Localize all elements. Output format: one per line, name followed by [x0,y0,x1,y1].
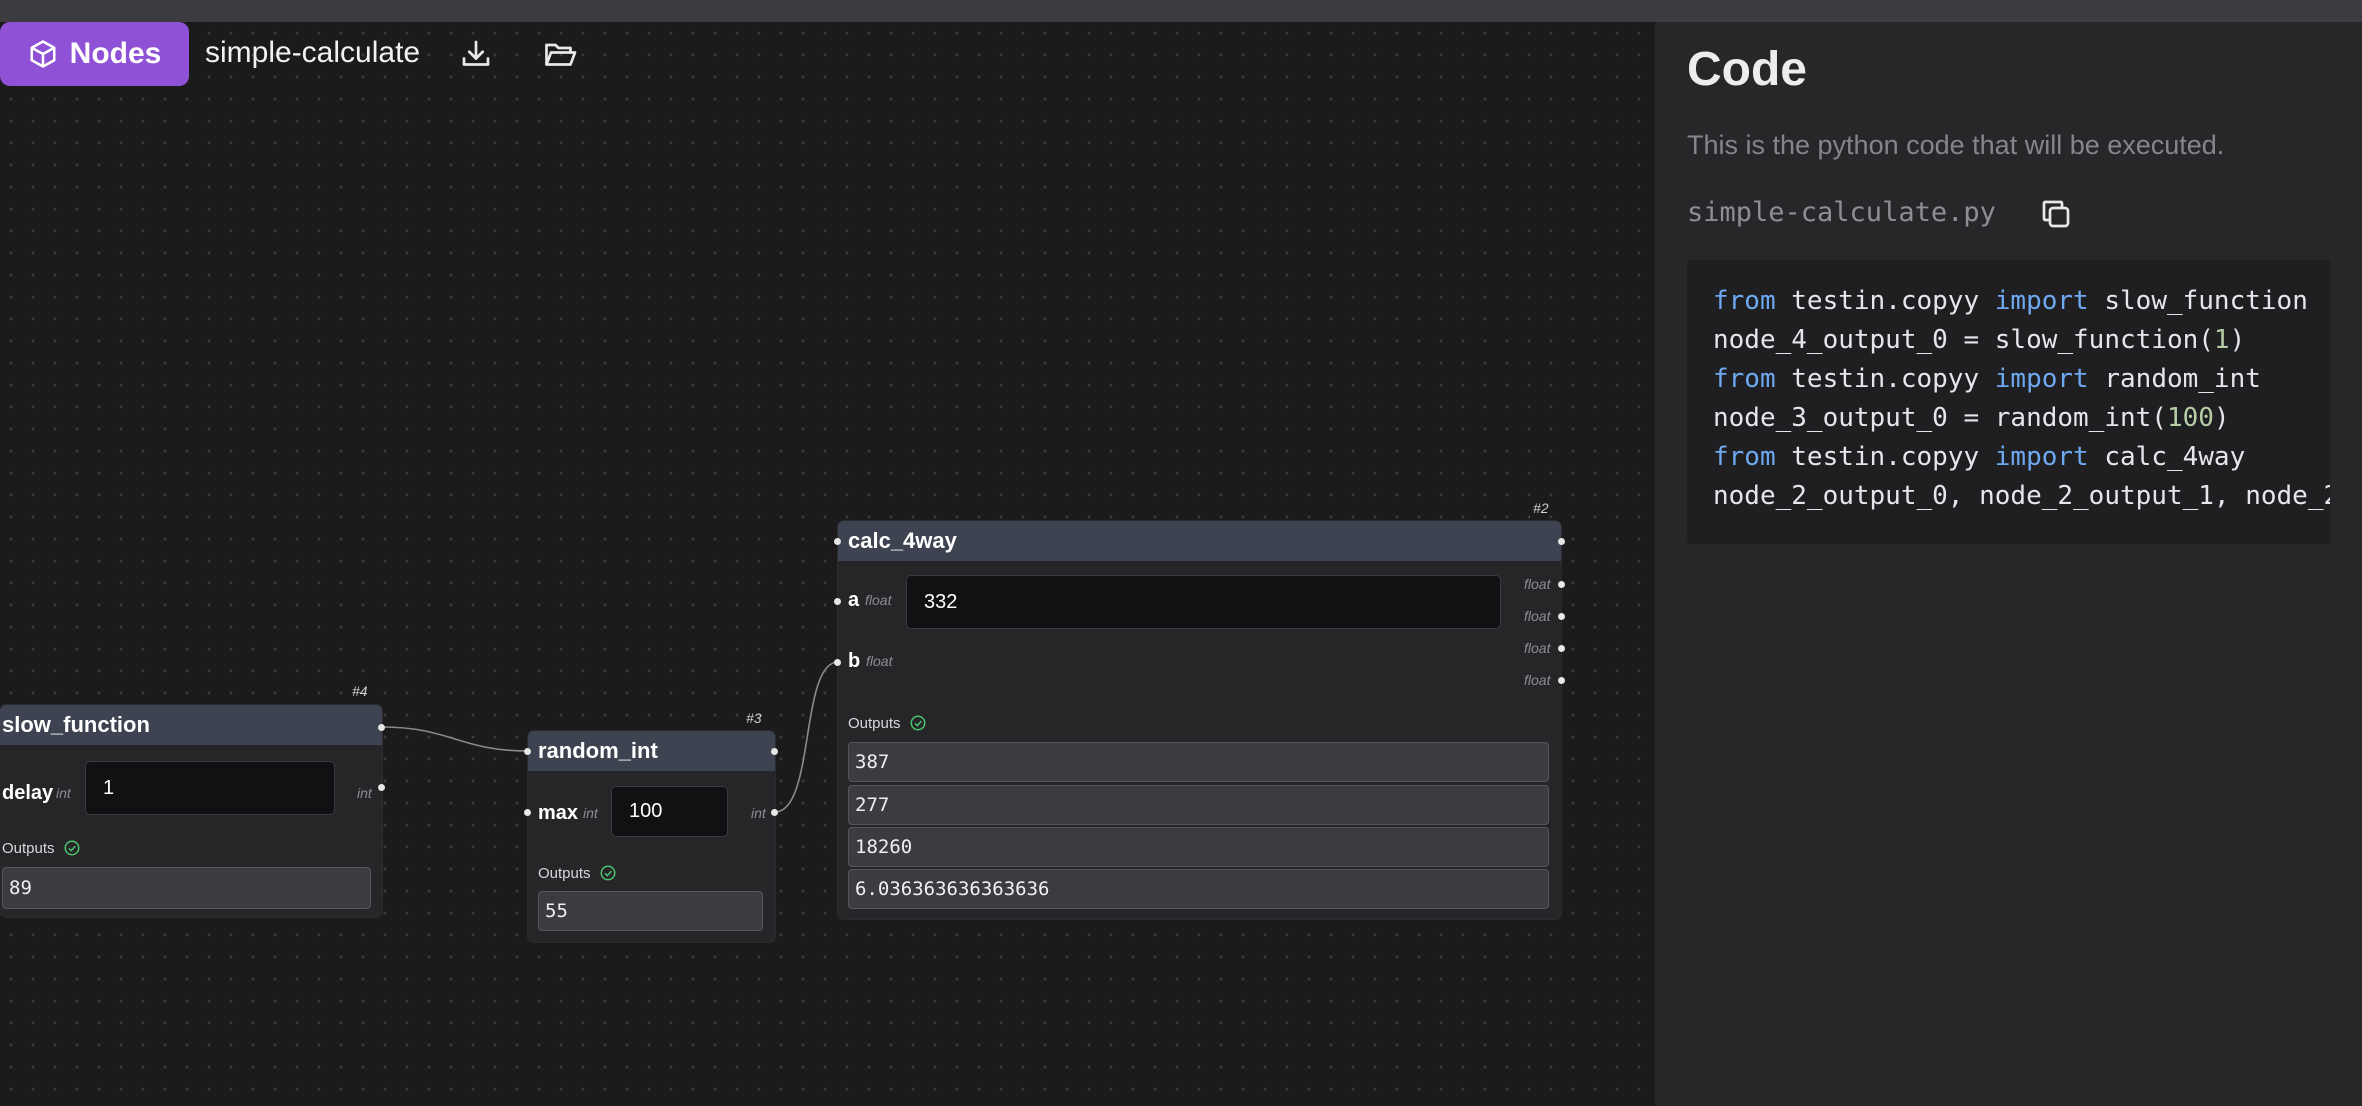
output-value: 55 [538,891,763,931]
panel-description: This is the python code that will be exe… [1687,130,2225,160]
download-icon[interactable] [458,36,494,72]
input-handle-a[interactable] [834,598,841,605]
output-handle-slow-function-top[interactable] [378,724,385,731]
check-circle-icon [910,715,926,731]
node-title[interactable]: slow_function [0,705,382,745]
wire-random-int-to-calc-b [774,661,839,813]
node-title[interactable]: random_int [528,731,775,771]
output-handle-2[interactable] [1558,645,1565,652]
output-value: 89 [2,867,371,909]
input-handle-random-int-top[interactable] [524,748,531,755]
output-type-label: int [357,785,372,801]
input-handle-max[interactable] [524,809,531,816]
cube-icon [30,40,56,68]
param-label-b: b [848,650,861,672]
outputs-label-text: Outputs [538,864,591,882]
keyword-import: import [1994,286,2089,316]
node-id-random-int: #3 [746,710,762,726]
keyword-from: from [1713,364,1776,394]
keyword-from: from [1713,442,1776,472]
code-line-3: from testin.copyy import random_int [1713,364,2261,394]
output-handle-random-int-top[interactable] [771,748,778,755]
output-type-2: float [1524,640,1551,656]
input-handle-b[interactable] [834,659,841,666]
node-random-int[interactable]: random_int max int 100 int Outputs 55 [528,731,775,942]
a-input[interactable]: 332 [906,575,1501,629]
output-handle-0[interactable] [1558,581,1565,588]
outputs-label-text: Outputs [2,839,55,857]
node-title[interactable]: calc_4way [838,521,1561,561]
node-slow-function[interactable]: slow_function delay int 1 int Outputs 89 [0,705,382,917]
number-literal: 100 [2166,403,2214,433]
param-type-a: float [865,592,892,608]
outputs-label-text: Outputs [848,714,901,732]
output-value: 6.036363636363636 [848,869,1549,909]
keyword-from: from [1713,286,1776,316]
panel-title: Code [1687,43,1807,96]
wire-slow-function-to-random-int [381,726,529,752]
project-name[interactable]: simple-calculate [205,36,420,70]
param-type-delay: int [56,785,71,801]
output-type-label: int [751,805,766,821]
code-filename: simple-calculate.py [1687,197,1996,228]
param-type-b: float [866,653,893,669]
output-handle-3[interactable] [1558,677,1565,684]
check-circle-icon [64,840,80,856]
output-handle-1[interactable] [1558,613,1565,620]
code-line-1: from testin.copyy import slow_function [1713,286,2308,316]
code-line-6: node_2_output_0, node_2_output_1, node_2 [1713,481,2330,511]
code-line-5: from testin.copyy import calc_4way [1713,442,2246,472]
node-id-slow-function: #4 [352,683,368,699]
param-type-max: int [583,805,598,821]
brand-label: Nodes [69,37,162,70]
keyword-import: import [1994,442,2089,472]
delay-input[interactable]: 1 [85,761,335,815]
folder-open-icon[interactable] [542,36,578,72]
output-value: 387 [848,742,1549,782]
check-circle-icon [600,865,616,881]
output-value: 18260 [848,827,1549,867]
input-handle-calc-top[interactable] [834,538,841,545]
output-handle-random-int[interactable] [771,809,778,816]
max-input[interactable]: 100 [611,786,728,837]
keyword-import: import [1994,364,2089,394]
param-label-a: a [848,589,860,611]
outputs-label: Outputs [538,864,617,882]
output-handle-calc-top[interactable] [1558,538,1565,545]
output-type-1: float [1524,608,1551,624]
output-handle-slow-function[interactable] [378,784,385,791]
node-calc-4way[interactable]: calc_4way a float 332 b float float floa… [838,521,1561,919]
param-label-delay: delay [2,782,54,804]
param-label-max: max [538,802,579,824]
code-panel [1655,22,2362,1106]
number-literal: 1 [2213,325,2230,355]
code-block[interactable]: from testin.copyy import slow_function n… [1687,260,2330,544]
output-value: 277 [848,785,1549,825]
outputs-label: Outputs [848,714,927,732]
output-type-0: float [1524,576,1551,592]
outputs-label: Outputs [2,839,81,857]
node-id-calc-4way: #2 [1533,500,1549,516]
code-line-2: node_4_output_0 = slow_function(1) [1713,325,2246,355]
output-type-3: float [1524,672,1551,688]
code-line-4: node_3_output_0 = random_int(100) [1713,403,2230,433]
copy-icon[interactable] [2038,196,2074,232]
nodes-home-button[interactable]: Nodes [0,22,189,86]
